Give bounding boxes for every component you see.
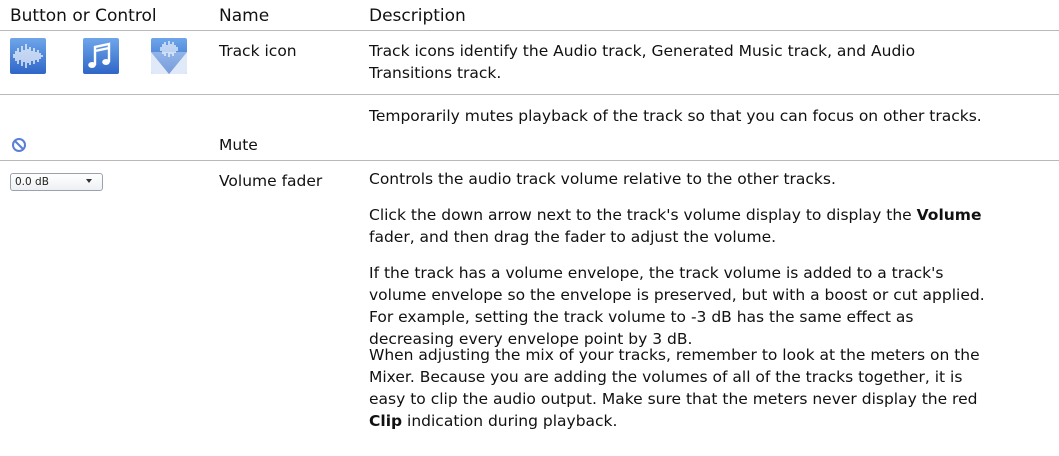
description-line: Controls the audio track volume relative… <box>369 170 836 188</box>
text: Click the down arrow next to the track's… <box>369 206 917 224</box>
description-paragraph-4: When adjusting the mix of your tracks, r… <box>369 344 1051 432</box>
description-paragraph-1: Controls the audio track volume relative… <box>369 168 1051 190</box>
header-button-or-control: Button or Control <box>10 6 157 26</box>
music-track-icon <box>83 38 119 74</box>
header-divider <box>0 30 1059 31</box>
description-line: Track icons identify the Audio track, Ge… <box>369 42 916 60</box>
row-divider <box>0 160 1059 161</box>
header-description: Description <box>369 6 466 26</box>
description-line: volume envelope so the envelope is prese… <box>369 286 985 304</box>
description-paragraph-3: If the track has a volume envelope, the … <box>369 262 1051 350</box>
description-line: Transitions track. <box>369 64 502 82</box>
dropdown-arrow-icon[interactable] <box>86 179 92 183</box>
row-divider <box>0 94 1059 95</box>
description-line: Mixer. Because you are adding the volume… <box>369 368 963 386</box>
audio-track-icon <box>10 38 46 74</box>
row-description-track-icon: Track icons identify the Audio track, Ge… <box>369 40 1051 84</box>
description-line: easy to clip the audio output. Make sure… <box>369 390 978 408</box>
header-name: Name <box>219 6 270 26</box>
text: indication during playback. <box>402 412 618 430</box>
row-name-volume-fader: Volume fader <box>219 172 323 190</box>
description-line: Click the down arrow next to the track's… <box>369 204 1051 226</box>
description-line: If the track has a volume envelope, the … <box>369 264 944 282</box>
row-description-mute: Temporarily mutes playback of the track … <box>369 107 982 125</box>
description-line: When adjusting the mix of your tracks, r… <box>369 346 980 364</box>
bold-term-volume: Volume <box>916 206 982 224</box>
mute-icon <box>12 138 26 152</box>
row-name-track-icon: Track icon <box>219 42 297 60</box>
description-paragraph-2: Click the down arrow next to the track's… <box>369 204 1051 248</box>
bold-term-clip: Clip <box>369 412 403 430</box>
description-line: Clip indication during playback. <box>369 410 1051 432</box>
volume-fader-control[interactable]: 0.0 dB <box>10 173 103 191</box>
volume-value: 0.0 dB <box>15 176 49 188</box>
description-line: For example, setting the track volume to… <box>369 308 914 326</box>
description-line: fader, and then drag the fader to adjust… <box>369 228 777 246</box>
row-name-mute: Mute <box>219 136 258 154</box>
audio-transitions-track-icon <box>151 38 187 74</box>
